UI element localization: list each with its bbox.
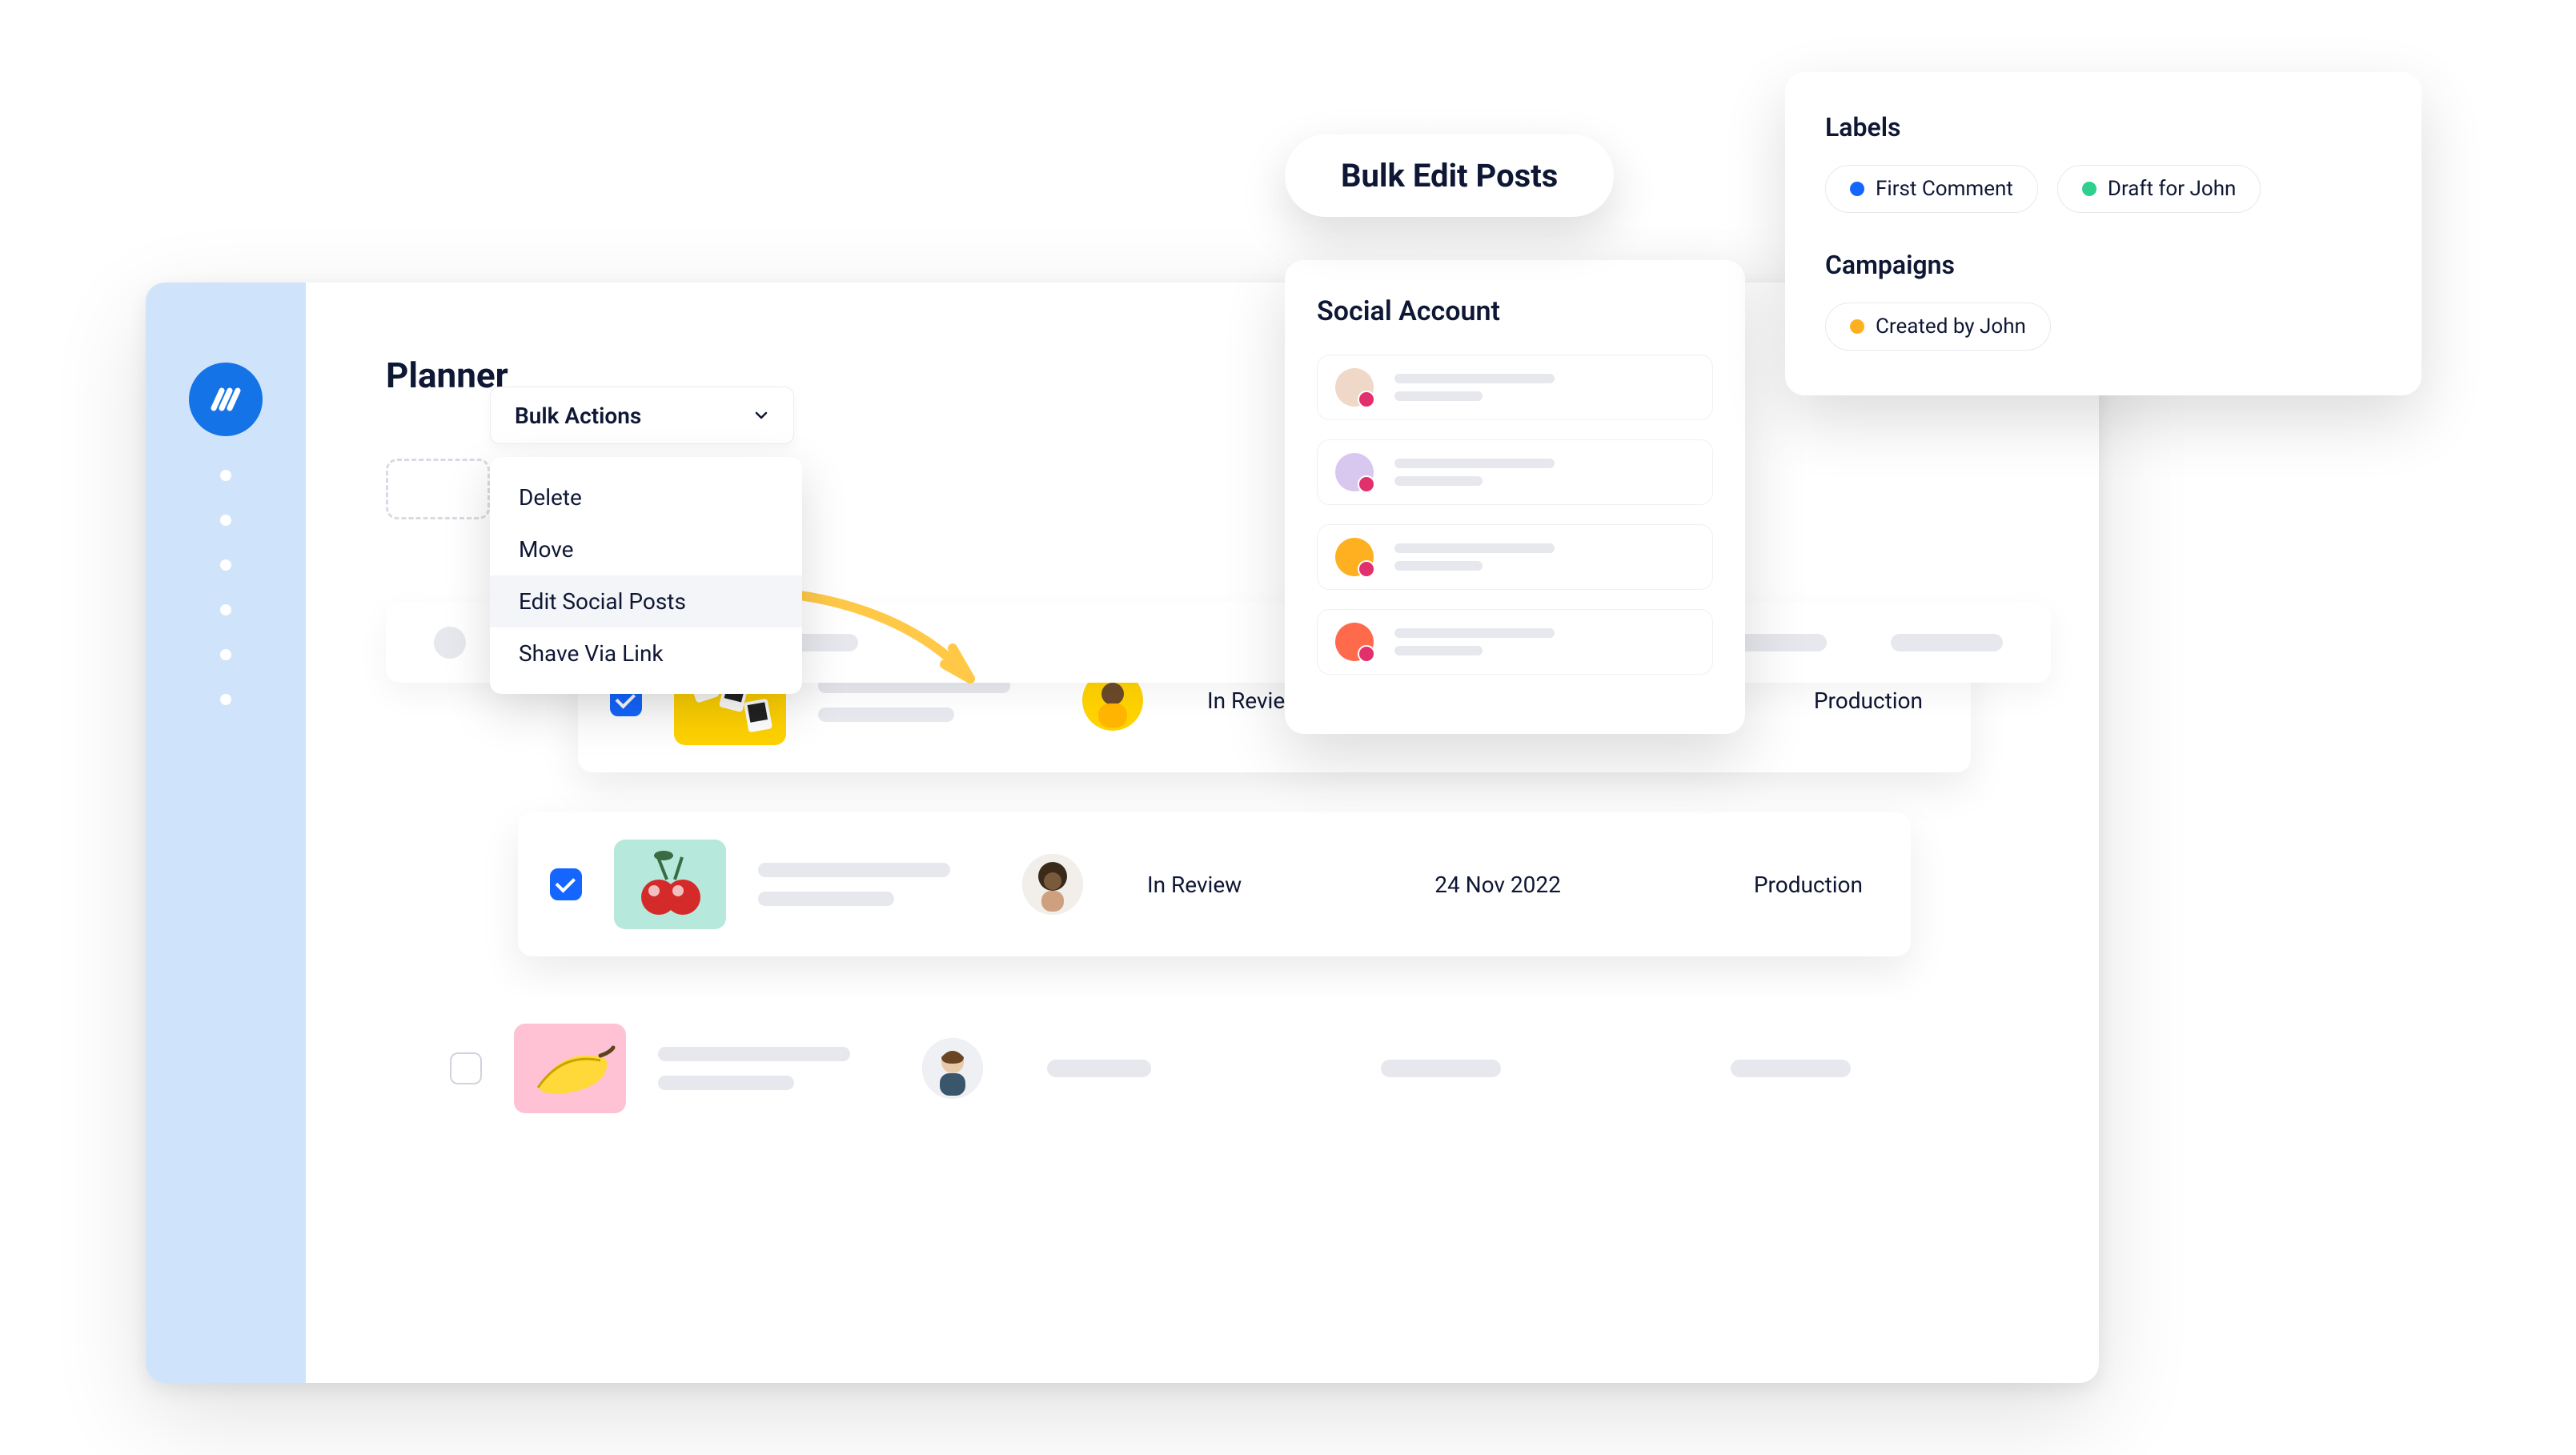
- label-text: First Comment: [1876, 177, 2013, 201]
- posts-list: In Review 24 Nov 2022 Production: [386, 628, 2051, 1140]
- bulk-actions-button[interactable]: Bulk Actions: [490, 387, 794, 444]
- post-thumbnail: [614, 840, 726, 929]
- nav-dot[interactable]: [220, 604, 231, 615]
- nav-dot[interactable]: [220, 515, 231, 526]
- social-account-item[interactable]: [1317, 609, 1713, 675]
- post-title-placeholder: [658, 1047, 890, 1090]
- dot-icon: [1850, 319, 1864, 334]
- menu-item-share-link[interactable]: Shave Via Link: [490, 627, 802, 679]
- labels-panel: Labels First Comment Draft for John Camp…: [1785, 72, 2422, 395]
- post-thumbnail: [514, 1024, 626, 1113]
- account-placeholder: [1394, 374, 1555, 401]
- app-window: Planner Bulk Actions Delete Move Edit So…: [146, 283, 2099, 1383]
- label-text: Draft for John: [2108, 177, 2236, 201]
- header-placeholder: [1891, 634, 2003, 651]
- post-date: 24 Nov 2022: [1434, 872, 1561, 898]
- drop-target[interactable]: [386, 459, 490, 519]
- post-stage: Production: [1814, 687, 1923, 714]
- account-avatar: [1335, 623, 1374, 661]
- campaign-chip[interactable]: Created by John: [1825, 303, 2051, 351]
- label-chip[interactable]: Draft for John: [2057, 165, 2261, 213]
- post-checkbox[interactable]: [550, 868, 582, 900]
- meta-placeholder: [1047, 1060, 1151, 1077]
- dot-icon: [1850, 182, 1864, 196]
- account-avatar: [1335, 368, 1374, 407]
- account-avatar: [1335, 453, 1374, 491]
- post-checkbox[interactable]: [450, 1052, 482, 1084]
- social-account-item[interactable]: [1317, 355, 1713, 420]
- label-chip[interactable]: First Comment: [1825, 165, 2038, 213]
- account-placeholder: [1394, 459, 1555, 486]
- post-title-placeholder: [758, 863, 990, 906]
- main-content: Planner Bulk Actions Delete Move Edit So…: [306, 283, 2099, 1383]
- account-avatar: [1335, 538, 1374, 576]
- campaign-text: Created by John: [1876, 315, 2026, 339]
- post-row[interactable]: [418, 996, 1899, 1140]
- post-meta: In Review 24 Nov 2022 Production: [1115, 872, 1863, 898]
- bulk-actions-menu: Delete Move Edit Social Posts Shave Via …: [490, 457, 802, 694]
- nav-dot[interactable]: [220, 559, 231, 571]
- labels-heading: Labels: [1825, 112, 2381, 142]
- menu-item-move[interactable]: Move: [490, 523, 802, 575]
- nav-dot[interactable]: [220, 649, 231, 660]
- sidebar: [146, 283, 306, 1383]
- menu-item-delete[interactable]: Delete: [490, 471, 802, 523]
- menu-item-edit-social[interactable]: Edit Social Posts: [490, 575, 802, 627]
- account-placeholder: [1394, 543, 1555, 571]
- post-author-avatar: [1022, 854, 1083, 915]
- bulk-actions-label: Bulk Actions: [515, 403, 641, 429]
- social-account-item[interactable]: [1317, 524, 1713, 590]
- social-account-panel: Social Account: [1285, 260, 1745, 734]
- social-account-item[interactable]: [1317, 439, 1713, 505]
- post-stage: Production: [1754, 872, 1863, 898]
- post-author-avatar: [922, 1038, 983, 1099]
- meta-placeholder: [1731, 1060, 1851, 1077]
- nav-dot[interactable]: [220, 470, 231, 481]
- meta-placeholder: [1381, 1060, 1501, 1077]
- account-placeholder: [1394, 628, 1555, 655]
- bulk-edit-pill: Bulk Edit Posts: [1285, 134, 1614, 217]
- campaigns-heading: Campaigns: [1825, 250, 2381, 280]
- dot-icon: [2082, 182, 2097, 196]
- chevron-down-icon: [753, 407, 769, 423]
- post-meta: [1015, 1060, 1851, 1077]
- post-title-placeholder: [818, 679, 1050, 722]
- app-logo: [189, 363, 263, 436]
- post-status: In Review: [1147, 872, 1242, 898]
- header-placeholder: [434, 627, 466, 659]
- post-row[interactable]: In Review 24 Nov 2022 Production: [518, 812, 1911, 956]
- social-panel-title: Social Account: [1317, 295, 1713, 327]
- nav-dot[interactable]: [220, 694, 231, 705]
